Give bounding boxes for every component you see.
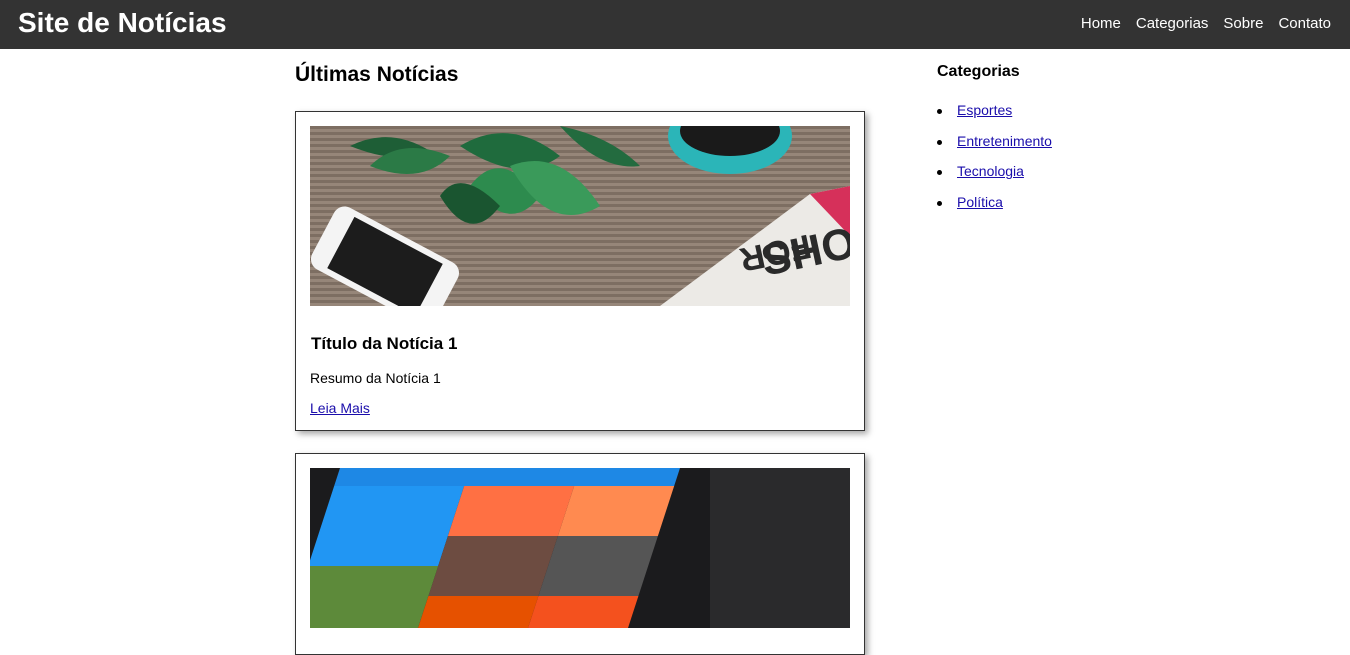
main-content: Últimas Notícias SHOCK FOR Título da Not… — [295, 49, 865, 655]
page-title: Últimas Notícias — [295, 63, 459, 86]
nav-sobre[interactable]: Sobre — [1223, 15, 1263, 33]
nav-home[interactable]: Home — [1081, 15, 1121, 33]
site-title[interactable]: Site de Notícias — [18, 6, 227, 40]
news-image — [310, 468, 850, 628]
main-nav: Home Categorias Sobre Contato — [1066, 15, 1331, 33]
sidebar-title: Categorias — [937, 63, 1020, 80]
nav-contato[interactable]: Contato — [1278, 15, 1331, 33]
bullet-icon — [937, 170, 942, 175]
category-link-esportes[interactable]: Esportes — [957, 102, 1012, 118]
news-summary: Resumo da Notícia 1 — [310, 370, 441, 386]
bullet-icon — [937, 139, 942, 145]
nav-categorias[interactable]: Categorias — [1136, 15, 1209, 33]
news-card: SHOCK FOR Título da Notícia 1 Resumo da … — [295, 111, 865, 431]
news-card — [295, 453, 865, 655]
news-image: SHOCK FOR — [310, 126, 850, 306]
list-item: Tecnologia — [937, 163, 1137, 194]
list-item: Entretenimento — [937, 133, 1137, 164]
category-list: Esportes Entretenimento Tecnologia Polít… — [937, 102, 1137, 224]
list-item: Esportes — [937, 102, 1137, 133]
list-item: Política — [937, 194, 1137, 225]
sidebar: Categorias Esportes Entretenimento Tecno… — [937, 62, 1137, 224]
bullet-icon — [937, 200, 942, 206]
category-link-tecnologia[interactable]: Tecnologia — [957, 163, 1024, 179]
category-link-politica[interactable]: Política — [957, 194, 1003, 210]
news-title: Título da Notícia 1 — [311, 334, 458, 353]
category-link-entretenimento[interactable]: Entretenimento — [957, 133, 1052, 149]
bullet-icon — [937, 109, 942, 114]
read-more-link[interactable]: Leia Mais — [310, 400, 370, 417]
site-header: Site de Notícias Home Categorias Sobre C… — [0, 0, 1350, 49]
